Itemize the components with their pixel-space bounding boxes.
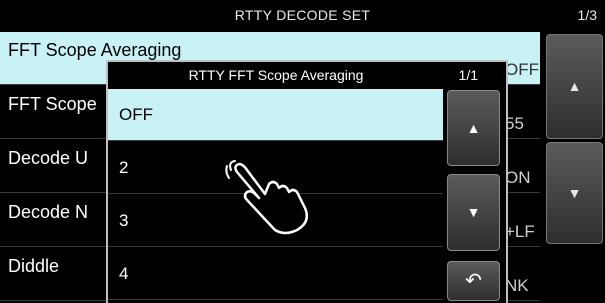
settings-item-value: NK xyxy=(505,276,529,295)
settings-item-label: Decode U xyxy=(8,148,89,168)
scroll-down-button[interactable]: ▼ xyxy=(546,142,603,244)
page-indicator: 1/3 xyxy=(577,7,597,23)
scroll-up-button[interactable]: ▲ xyxy=(546,34,603,139)
title-bar: RTTY DECODE SET 1/3 xyxy=(0,0,605,30)
dialog-scroll-down-button[interactable]: ▼ xyxy=(447,174,500,251)
option-label: 2 xyxy=(119,158,129,177)
dialog-scroll-up-button[interactable]: ▲ xyxy=(447,90,500,166)
option-label: OFF xyxy=(119,105,153,124)
settings-item-label: Diddle xyxy=(8,256,60,276)
triangle-down-icon: ▼ xyxy=(567,185,582,201)
option-label: 3 xyxy=(119,211,129,230)
rtty-decode-set-screen: RTTY DECODE SET 1/3 FFT Scope Averaging … xyxy=(0,0,605,303)
triangle-up-icon: ▲ xyxy=(567,78,582,94)
option-label: 4 xyxy=(119,264,129,283)
screen-title: RTTY DECODE SET xyxy=(234,7,371,23)
settings-item-value: ON xyxy=(505,168,531,187)
settings-item-value: +LF xyxy=(505,222,535,241)
return-arrow-icon: ↶ xyxy=(465,270,482,292)
settings-item-value: OFF xyxy=(505,60,539,79)
triangle-up-icon: ▲ xyxy=(466,120,481,136)
dialog-title: RTTY FFT Scope Averaging xyxy=(188,67,364,83)
scroll-panel: ▲ ▼ xyxy=(542,32,605,303)
dialog-page-indicator: 1/1 xyxy=(458,67,478,83)
settings-item-label: Decode N xyxy=(8,202,89,222)
dialog-header: RTTY FFT Scope Averaging 1/1 xyxy=(108,62,506,88)
dialog-back-button[interactable]: ↶ xyxy=(447,261,500,301)
option-4[interactable]: 4 xyxy=(108,248,443,300)
tap-hand-icon xyxy=(225,160,308,235)
settings-item-label: FFT Scope xyxy=(8,94,97,114)
triangle-down-icon: ▼ xyxy=(466,204,481,220)
option-off[interactable]: OFF xyxy=(108,89,443,141)
settings-item-label: FFT Scope Averaging xyxy=(8,40,182,60)
